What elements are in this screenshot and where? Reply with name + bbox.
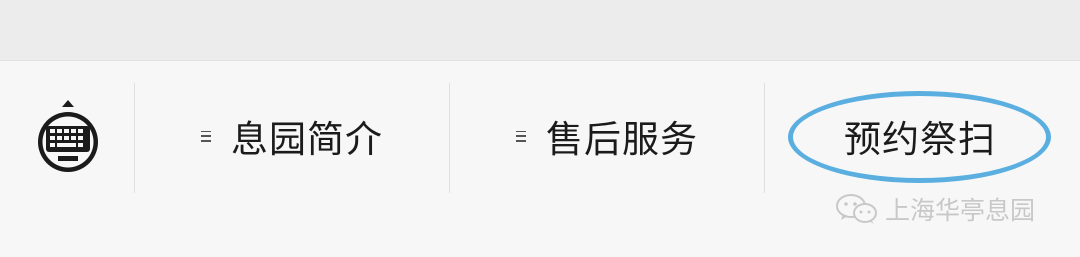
menu-item-label: 息园简介	[231, 118, 383, 161]
watermark: 上海华亭息园	[835, 191, 1035, 227]
menu-item-after-sales[interactable]: 售后服务	[450, 101, 764, 171]
menu-item-intro[interactable]: 息园简介	[135, 101, 449, 171]
wechat-icon	[836, 194, 877, 224]
menu-lines-icon	[516, 130, 526, 142]
keyboard-toggle-button[interactable]	[34, 98, 102, 178]
menu-item-label: 预约祭扫	[844, 118, 996, 161]
menu-lines-icon	[201, 130, 211, 142]
keyboard-icon	[38, 100, 98, 172]
top-strip	[0, 0, 1080, 61]
watermark-text: 上海华亭息园	[885, 196, 1036, 225]
bottom-menu-bar: 息园简介 售后服务 预约祭扫 上海华亭息园	[0, 61, 1080, 257]
menu-item-booking[interactable]: 预约祭扫	[765, 101, 1075, 171]
menu-item-label: 售后服务	[546, 118, 698, 161]
page: 息园简介 售后服务 预约祭扫 上海华亭息园	[0, 0, 1080, 257]
